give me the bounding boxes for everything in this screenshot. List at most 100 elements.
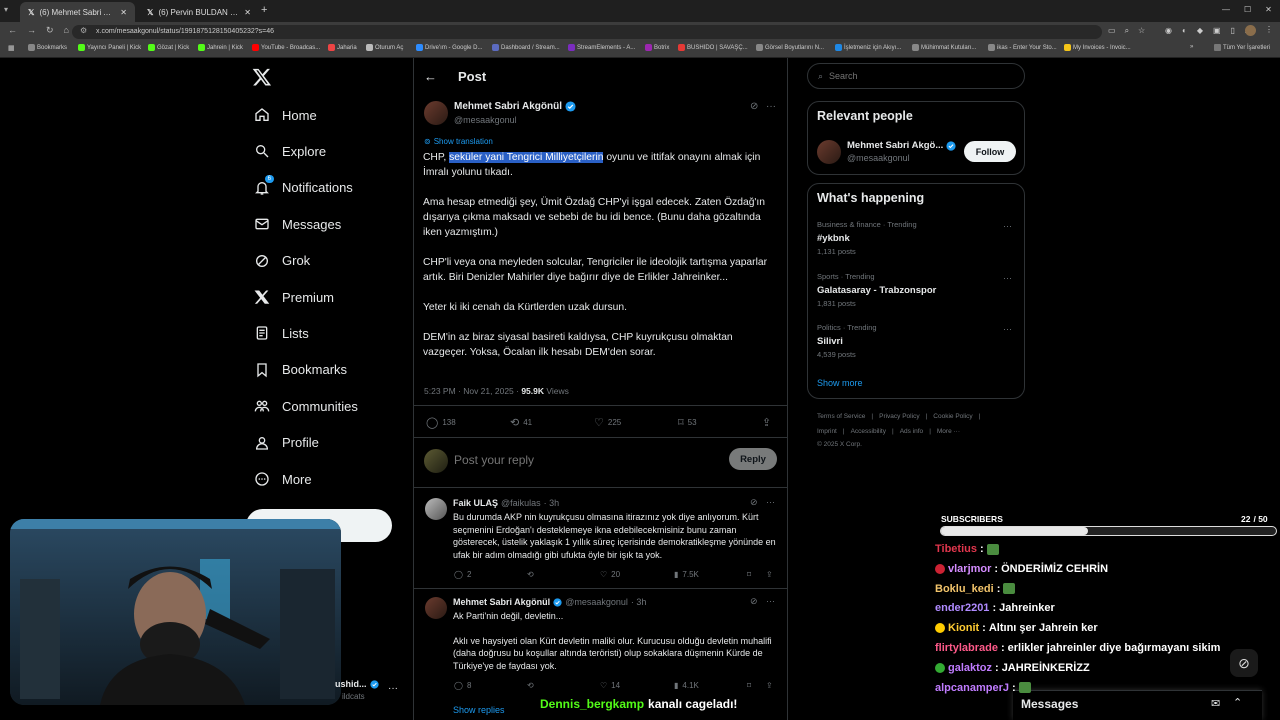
nav-item-more[interactable]: More	[253, 466, 312, 492]
footer-link[interactable]: Terms of Service	[817, 413, 865, 420]
reply-button[interactable]: ◯ 8	[454, 681, 471, 690]
nav-item-lists[interactable]: Lists	[253, 320, 309, 346]
show-translation-link[interactable]: ⊚ Show translation	[424, 137, 493, 146]
account-switcher[interactable]: ushid...	[335, 679, 379, 689]
bookmark-item[interactable]: ikas - Enter Your Sto...	[988, 44, 1057, 51]
chat-username[interactable]: Tibetius	[935, 543, 977, 555]
close-tab-icon[interactable]: ✕	[244, 8, 251, 17]
follow-button[interactable]: Follow	[964, 141, 1016, 162]
like-button[interactable]: ♡ 20	[600, 570, 620, 579]
site-info-icon[interactable]: ⚙	[80, 26, 87, 35]
search-input[interactable]	[829, 71, 1000, 81]
author-name-row[interactable]: Mehmet Sabri Akgönül	[454, 101, 576, 112]
extension-icon[interactable]: ◉	[1165, 26, 1172, 36]
bookmark-item[interactable]: İşletmeniz için Akıyı...	[835, 44, 901, 51]
footer-link[interactable]: Imprint	[817, 428, 837, 435]
author-name[interactable]: Mehmet Sabri Akgönül	[454, 101, 562, 112]
bookmark-item[interactable]: Drive'ım - Google D...	[416, 44, 483, 51]
trend-name[interactable]: Silivri	[817, 336, 843, 347]
forward-icon[interactable]: →	[27, 25, 36, 36]
bookmark-button[interactable]: ⌑	[747, 570, 751, 579]
repost-button[interactable]: ⟲	[527, 570, 534, 579]
person-handle[interactable]: @mesaakgonul	[847, 153, 910, 163]
audio-icon[interactable]: ◐	[1182, 26, 1187, 36]
back-arrow-icon[interactable]: ←	[424, 69, 437, 84]
bookmark-item[interactable]: Jahrein | Kick	[198, 44, 243, 51]
share-button[interactable]: ⇪	[762, 416, 771, 429]
new-message-icon[interactable]: ✉	[1211, 697, 1220, 710]
bookmark-item[interactable]: StreamElements - A...	[568, 44, 635, 51]
post-timestamp[interactable]: 5:23 PM · Nov 21, 2025 ·	[424, 386, 521, 396]
trend-more-icon[interactable]: ···	[1003, 273, 1012, 283]
grok-icon[interactable]: ⊘	[750, 101, 758, 112]
menu-icon[interactable]: ⋮	[1265, 25, 1273, 34]
bookmark-item[interactable]: Oturum Aç	[366, 44, 403, 51]
chat-username[interactable]: vlarjmor	[948, 563, 991, 575]
reply-button[interactable]: ◯ 138	[426, 416, 456, 429]
trend-more-icon[interactable]: ···	[1003, 324, 1012, 334]
zoom-icon[interactable]: ⌕	[1125, 26, 1129, 36]
grok-floating-icon[interactable]: ⊘	[1230, 649, 1258, 677]
chat-username[interactable]: ender2201	[935, 602, 989, 614]
bookmark-button[interactable]: ⌑	[747, 681, 751, 690]
bookmark-item[interactable]: Gözat | Kick	[148, 44, 189, 51]
home-icon[interactable]: ⌂	[64, 25, 69, 36]
reply-submit-button[interactable]: Reply	[729, 448, 777, 470]
chat-username[interactable]: galaktoz	[948, 662, 992, 674]
tab-search-icon[interactable]: ▾	[4, 5, 8, 14]
nav-item-premium[interactable]: Premium	[253, 284, 334, 310]
bookmark-item[interactable]: Mühimmat Kutuları...	[912, 44, 976, 51]
nav-item-grok[interactable]: Grok	[253, 248, 310, 274]
share-button[interactable]: ⇪	[766, 570, 773, 579]
repost-button[interactable]: ⟲	[527, 681, 534, 690]
like-button[interactable]: ♡ 225	[594, 416, 621, 429]
grok-icon[interactable]: ⊘	[750, 497, 758, 508]
bookmarks-overflow-icon[interactable]: »	[1190, 44, 1193, 50]
author-handle[interactable]: @mesaakgonul	[454, 115, 517, 125]
all-bookmarks[interactable]: Tüm Yer İşaretleri	[1214, 44, 1270, 51]
person-name[interactable]: Mehmet Sabri Akgö...	[847, 140, 943, 151]
reply-author-handle[interactable]: @faikulas	[501, 498, 541, 508]
reply-button[interactable]: ◯ 2	[454, 570, 471, 579]
chat-username[interactable]: Kionit	[948, 622, 979, 634]
puzzle-icon[interactable]: ▣	[1213, 26, 1221, 36]
new-tab-button[interactable]: +	[261, 4, 267, 16]
bookmark-item[interactable]: Görsel Boyutlarını N...	[756, 44, 824, 51]
grok-icon[interactable]: ⊘	[750, 596, 758, 607]
nav-item-profile[interactable]: Profile	[253, 430, 319, 456]
trend-name[interactable]: Galatasaray - Trabzonspor	[817, 285, 936, 296]
url-bar[interactable]: x.com/mesaakgonul/status/199187512815040…	[72, 25, 1102, 39]
person-name-row[interactable]: Mehmet Sabri Akgö...	[847, 140, 956, 151]
more-options-icon[interactable]: ···	[766, 101, 776, 112]
back-icon[interactable]: ←	[8, 25, 17, 36]
chat-username[interactable]: flirtylabrade	[935, 642, 998, 654]
x-logo-icon[interactable]	[252, 67, 272, 87]
show-more-link[interactable]: Show more	[817, 378, 863, 388]
maximize-icon[interactable]: ☐	[1244, 5, 1251, 14]
chat-username[interactable]: alpcanamperJ	[935, 682, 1009, 694]
reload-icon[interactable]: ↻	[46, 25, 54, 36]
user-avatar[interactable]	[424, 449, 448, 473]
like-button[interactable]: ♡ 14	[600, 681, 620, 690]
profile-avatar[interactable]	[1245, 25, 1256, 36]
footer-link[interactable]: Ads info	[900, 428, 924, 435]
reply-author-avatar[interactable]	[425, 597, 447, 619]
chat-username[interactable]: Boklu_kedi	[935, 583, 994, 595]
author-avatar[interactable]	[424, 101, 448, 125]
bookmark-item[interactable]: Botrix	[645, 44, 669, 51]
bookmark-item[interactable]: Dashboard / Stream...	[492, 44, 560, 51]
account-more-icon[interactable]: ···	[388, 683, 398, 694]
footer-link[interactable]: More ···	[937, 428, 960, 435]
sidebar-icon[interactable]: ▯	[1231, 26, 1235, 36]
extension-icon[interactable]: ◆	[1197, 26, 1203, 36]
nav-item-home[interactable]: Home	[253, 102, 317, 128]
more-options-icon[interactable]: ···	[766, 497, 775, 507]
footer-link[interactable]: Cookie Policy	[933, 413, 972, 420]
browser-tab-1[interactable]: 𝕏 (6) Mehmet Sabri Akgönül on X ✕	[20, 2, 135, 22]
more-options-icon[interactable]: ···	[766, 596, 775, 606]
close-tab-icon[interactable]: ✕	[120, 8, 127, 17]
reply-author-avatar[interactable]	[425, 498, 447, 520]
minimize-icon[interactable]: —	[1222, 5, 1230, 14]
bookmark-item[interactable]: Yayıncı Paneli | Kick	[78, 44, 141, 51]
bookmark-item[interactable]: Bookmarks	[28, 44, 67, 51]
